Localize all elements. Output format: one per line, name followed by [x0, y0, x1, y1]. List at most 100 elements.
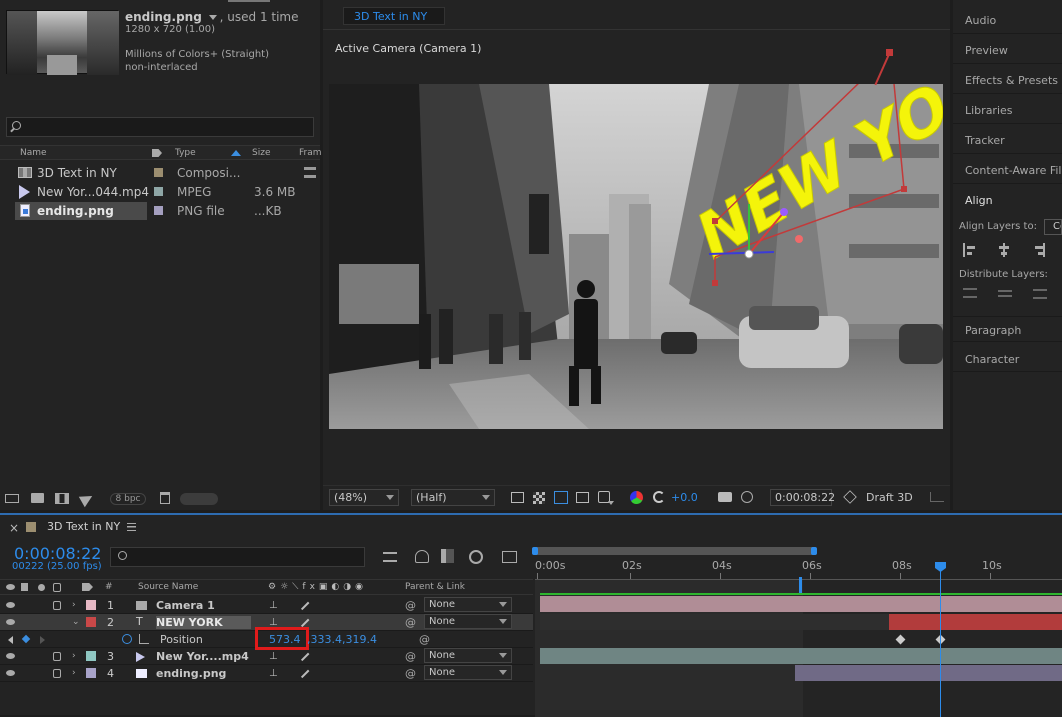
project-item[interactable]: 3D Text in NY Composi...	[0, 164, 320, 182]
col-size[interactable]: Size	[252, 148, 270, 158]
tab-menu-icon[interactable]	[127, 523, 136, 531]
pickwhip-icon[interactable]: @	[405, 650, 416, 663]
visibility-eye-icon[interactable]	[6, 619, 15, 625]
track-bar-ending[interactable]	[795, 665, 1062, 681]
solo-header-icon[interactable]	[38, 584, 45, 591]
3d-ground-plane-icon[interactable]	[930, 492, 944, 502]
col-source-name[interactable]: Source Name	[138, 582, 198, 592]
interpret-footage-icon[interactable]	[5, 494, 19, 503]
work-area-bar[interactable]	[535, 547, 815, 555]
shy-switch-icon[interactable]: ⊥	[269, 600, 278, 611]
transparency-grid-icon[interactable]	[533, 492, 545, 504]
pickwhip-icon[interactable]: @	[405, 599, 416, 612]
fast-previews-icon[interactable]	[511, 492, 524, 503]
color-channels-icon[interactable]	[630, 491, 643, 504]
shy-switch-icon[interactable]: ⊥	[269, 651, 278, 662]
distribute-top-icon[interactable]	[963, 286, 977, 300]
panel-preview[interactable]: Preview	[953, 38, 1062, 64]
panel-content-aware-fill[interactable]: Content-Aware Fill	[953, 158, 1062, 184]
shy-switch-icon[interactable]: ⊥	[269, 668, 278, 679]
quality-switch-icon[interactable]	[300, 669, 310, 678]
render-queue-icon[interactable]	[78, 490, 96, 508]
exposure-value[interactable]: +0.0	[671, 491, 698, 504]
reset-exposure-icon[interactable]	[653, 491, 665, 503]
timeline-search-input[interactable]	[110, 547, 365, 567]
visibility-eye-icon[interactable]	[6, 670, 15, 676]
panel-paragraph[interactable]: Paragraph	[953, 316, 1062, 342]
label-swatch[interactable]	[154, 168, 163, 177]
draft-3d-toggle-icon[interactable]	[415, 550, 429, 563]
viewer-timecode[interactable]: 0:00:08:22	[770, 489, 835, 506]
viewer-comp-tab[interactable]: 3D Text in NY	[343, 7, 445, 25]
pickwhip-icon[interactable]: @	[405, 616, 416, 629]
position-property-row[interactable]: Position 573.4 ,333.4,319.4 @	[0, 627, 533, 650]
distribute-bottom-icon[interactable]	[1033, 286, 1047, 300]
expand-chevron-down-icon[interactable]: ⌄	[72, 617, 80, 627]
work-area-start-handle[interactable]	[532, 547, 538, 555]
layer-row[interactable]: › 4 ending.png ⊥ @ None	[0, 665, 533, 682]
video-toggle-header-icon[interactable]	[6, 584, 15, 590]
comp-mini-flowchart-icon[interactable]	[383, 552, 397, 562]
visibility-eye-icon[interactable]	[6, 653, 15, 659]
layer-row[interactable]: › 1 Camera 1 ⊥ @ None	[0, 597, 533, 614]
snapshot-icon[interactable]	[718, 492, 732, 502]
track-bar-new-york[interactable]	[889, 614, 1062, 630]
layer-row[interactable]: › 3 New Yor....mp4 ⊥ @ None	[0, 648, 533, 665]
col-name[interactable]: Name	[20, 148, 47, 158]
project-item[interactable]: ending.png PNG file ...KB	[0, 202, 320, 220]
label-header-icon[interactable]	[82, 583, 93, 591]
work-area-end-handle[interactable]	[811, 547, 817, 555]
visibility-eye-icon[interactable]	[6, 602, 15, 608]
viewport[interactable]: NEW YORK	[329, 84, 943, 429]
region-of-interest-icon[interactable]	[554, 491, 568, 504]
expression-pickwhip-icon[interactable]: @	[419, 633, 430, 646]
layer-label-swatch[interactable]	[86, 651, 96, 661]
timeline-comp-tab[interactable]: 3D Text in NY	[47, 520, 120, 533]
label-tag-icon[interactable]	[152, 149, 162, 157]
parent-dropdown[interactable]: None	[424, 614, 512, 629]
graph-icon[interactable]	[139, 634, 149, 644]
parent-dropdown[interactable]: None	[424, 665, 512, 680]
align-layers-to-dropdown[interactable]: Co	[1044, 219, 1062, 235]
audio-toggle-header-icon[interactable]	[21, 583, 28, 591]
toggle-mask-icon[interactable]	[576, 492, 589, 503]
graph-editor-icon[interactable]	[502, 551, 517, 563]
panel-libraries[interactable]: Libraries	[953, 98, 1062, 124]
bpc-button[interactable]: 8 bpc	[110, 493, 146, 505]
new-composition-icon[interactable]	[55, 493, 69, 504]
lock-icon[interactable]	[53, 669, 61, 678]
next-keyframe-icon[interactable]	[40, 636, 45, 644]
layer-name[interactable]: ending.png	[156, 667, 226, 680]
col-parent-link[interactable]: Parent & Link	[405, 582, 465, 592]
panel-align[interactable]: Align	[953, 188, 1062, 214]
track-bar-video[interactable]	[540, 648, 1062, 664]
draft-3d-label[interactable]: Draft 3D	[866, 491, 913, 504]
position-yz-value[interactable]: ,333.4,319.4	[307, 633, 377, 646]
parent-dropdown[interactable]: None	[424, 648, 512, 663]
prev-keyframe-icon[interactable]	[8, 636, 13, 644]
quality-switch-icon[interactable]	[300, 652, 310, 661]
panel-effects-presets[interactable]: Effects & Presets	[953, 68, 1062, 94]
thumbnail-size-slider[interactable]	[180, 493, 218, 505]
layer-label-swatch[interactable]	[86, 668, 96, 678]
pickwhip-icon[interactable]: @	[405, 667, 416, 680]
align-horizontal-center-icon[interactable]	[998, 243, 1010, 257]
col-type[interactable]: Type	[175, 148, 196, 158]
project-item[interactable]: New Yor...044.mp4 MPEG 3.6 MB	[0, 183, 320, 201]
motion-blur-icon[interactable]	[469, 550, 483, 564]
lock-header-icon[interactable]	[53, 583, 61, 592]
align-left-icon[interactable]	[963, 243, 975, 257]
sort-ascending-icon[interactable]	[231, 150, 241, 156]
label-swatch[interactable]	[154, 206, 163, 215]
lock-icon[interactable]	[53, 601, 61, 610]
expand-chevron-right-icon[interactable]: ›	[72, 651, 76, 661]
add-keyframe-icon[interactable]	[21, 634, 31, 644]
trash-icon[interactable]	[160, 492, 170, 504]
resolution-dropdown[interactable]: (Half)	[411, 489, 495, 506]
panel-tracker[interactable]: Tracker	[953, 128, 1062, 154]
panel-audio[interactable]: Audio	[953, 8, 1062, 34]
quality-switch-icon[interactable]	[300, 601, 310, 610]
asset-menu-chevron-icon[interactable]	[208, 15, 217, 20]
frame-blending-icon[interactable]	[441, 549, 454, 563]
label-swatch[interactable]	[154, 187, 163, 196]
